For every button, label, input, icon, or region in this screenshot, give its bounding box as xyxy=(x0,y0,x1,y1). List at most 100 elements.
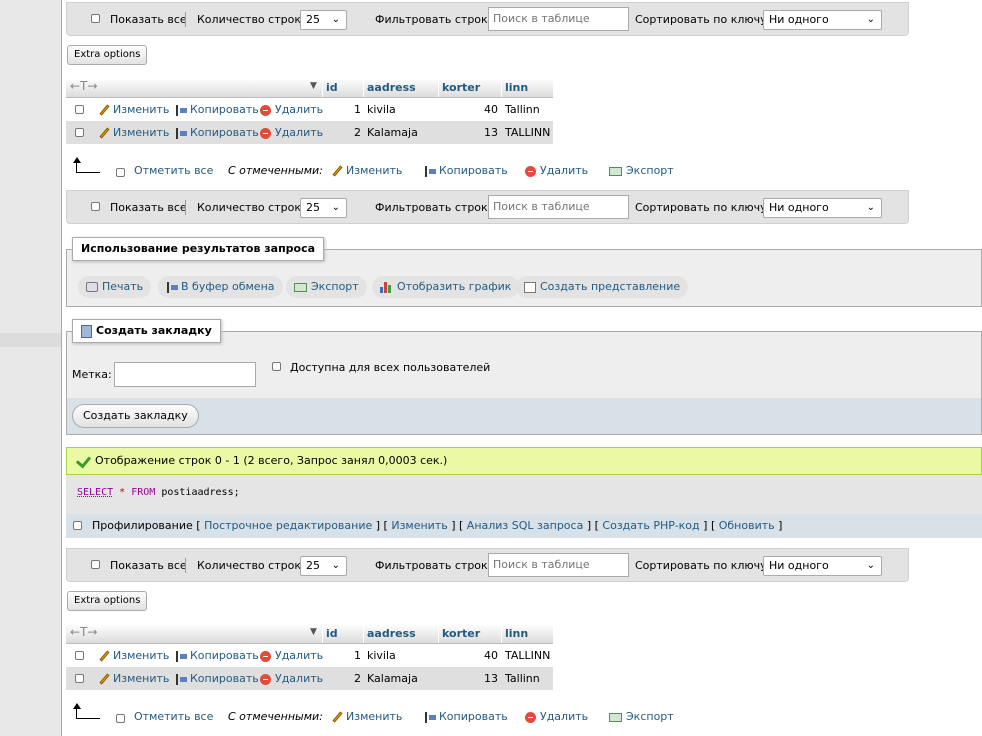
profiling-checkbox[interactable] xyxy=(73,521,82,530)
bookmark-label-input[interactable] xyxy=(114,362,256,387)
cell-id[interactable]: 1 xyxy=(326,649,361,662)
show-all-checkbox[interactable] xyxy=(91,560,100,569)
bulk-edit-button[interactable]: Изменить xyxy=(332,164,402,177)
checkmark-icon xyxy=(75,452,92,469)
show-all-label: Показать все xyxy=(110,201,187,214)
cell-korter[interactable]: 40 xyxy=(442,649,498,662)
row-checkbox[interactable] xyxy=(75,105,84,114)
rows-count-select[interactable]: 25 ⌄ xyxy=(300,10,347,30)
delete-row-link[interactable]: Удалить xyxy=(260,649,323,662)
edit-row-link[interactable]: Изменить xyxy=(99,126,169,139)
public-bookmark-label: Доступна для всех пользователей xyxy=(290,361,491,374)
delete-row-link[interactable]: Удалить xyxy=(260,126,323,139)
column-arrows[interactable]: ←T→ xyxy=(70,625,97,639)
inline-edit-link[interactable]: Построчное редактирование xyxy=(204,519,372,532)
sort-label: Сортировать по ключу: xyxy=(635,13,771,26)
rows-count-select[interactable]: 25 ⌄ xyxy=(300,556,347,576)
extra-options-button[interactable]: Extra options xyxy=(67,45,148,65)
extra-options-button[interactable]: Extra options xyxy=(67,591,148,611)
column-header-korter[interactable]: korter xyxy=(442,81,480,94)
bulk-export-button[interactable]: Экспорт xyxy=(609,710,674,723)
export-icon xyxy=(294,282,307,292)
bookmark-legend: Создать закладку xyxy=(72,319,221,343)
filter-input[interactable]: Поиск в таблице xyxy=(488,553,629,577)
sort-key-select[interactable]: Ни одного ⌄ xyxy=(763,556,882,576)
table-header: ←T→ ▼ id aadress korter linn xyxy=(66,79,553,98)
cell-id[interactable]: 2 xyxy=(326,126,361,139)
column-header-id[interactable]: id xyxy=(326,627,338,640)
bulk-actions-bottom: Отметить все С отмеченными: Изменить Коп… xyxy=(66,703,909,729)
copy-row-link[interactable]: Копировать xyxy=(175,672,259,685)
cell-aadress[interactable]: Kalamaja xyxy=(367,126,418,139)
show-all-checkbox[interactable] xyxy=(91,202,100,211)
cell-aadress[interactable]: kivila xyxy=(367,649,396,662)
analyze-sql-link[interactable]: Анализ SQL запроса xyxy=(467,519,584,532)
bulk-delete-button[interactable]: Удалить xyxy=(525,164,588,177)
column-header-aadress[interactable]: aadress xyxy=(367,81,416,94)
column-arrows[interactable]: ←T→ xyxy=(70,79,97,93)
sql-query[interactable]: SELECT * FROM postiaadress; xyxy=(77,487,240,498)
row-checkbox[interactable] xyxy=(75,128,84,137)
row-checkbox[interactable] xyxy=(75,674,84,683)
filter-input[interactable]: Поиск в таблице xyxy=(488,7,629,31)
copy-to-clipboard-button[interactable]: В буфер обмена xyxy=(158,276,283,298)
chevron-down-icon: ⌄ xyxy=(866,202,875,213)
cell-korter[interactable]: 13 xyxy=(442,126,498,139)
sort-key-select[interactable]: Ни одного ⌄ xyxy=(763,10,882,30)
row-checkbox[interactable] xyxy=(75,651,84,660)
edit-row-link[interactable]: Изменить xyxy=(99,672,169,685)
print-button[interactable]: Печать xyxy=(78,276,152,298)
cell-korter[interactable]: 40 xyxy=(442,103,498,116)
filter-input[interactable]: Поиск в таблице xyxy=(488,195,629,219)
copy-row-link[interactable]: Копировать xyxy=(175,126,259,139)
copy-row-link[interactable]: Копировать xyxy=(175,103,259,116)
edit-row-link[interactable]: Изменить xyxy=(99,103,169,116)
cell-aadress[interactable]: Kalamaja xyxy=(367,672,418,685)
bulk-copy-button[interactable]: Копировать xyxy=(424,164,508,177)
export-button[interactable]: Экспорт xyxy=(286,276,367,298)
copy-row-link[interactable]: Копировать xyxy=(175,649,259,662)
cell-linn[interactable]: Tallinn xyxy=(505,103,540,116)
create-bookmark-button[interactable]: Создать закладку xyxy=(72,404,199,428)
edit-row-link[interactable]: Изменить xyxy=(99,649,169,662)
public-bookmark-checkbox[interactable] xyxy=(272,362,281,371)
rows-count-select[interactable]: 25 ⌄ xyxy=(300,198,347,218)
edit-query-link[interactable]: Изменить xyxy=(391,519,447,532)
navigation-panel xyxy=(0,0,62,736)
sort-triangle-icon[interactable]: ▼ xyxy=(310,81,317,91)
cell-linn[interactable]: TALLINN xyxy=(505,649,550,662)
sort-key-select[interactable]: Ни одного ⌄ xyxy=(763,198,882,218)
check-all-link[interactable]: Отметить все xyxy=(134,164,213,177)
bulk-edit-button[interactable]: Изменить xyxy=(332,710,402,723)
check-all-checkbox[interactable] xyxy=(116,714,125,723)
rows-count-label: Количество строк: xyxy=(197,201,305,214)
cell-id[interactable]: 2 xyxy=(326,672,361,685)
cell-korter[interactable]: 13 xyxy=(442,672,498,685)
column-header-id[interactable]: id xyxy=(326,81,338,94)
sort-triangle-icon[interactable]: ▼ xyxy=(310,627,317,637)
cell-linn[interactable]: TALLINN xyxy=(505,126,550,139)
separator xyxy=(185,558,186,573)
create-php-code-link[interactable]: Создать PHP-код xyxy=(602,519,699,532)
copy-icon xyxy=(175,127,187,139)
column-header-korter[interactable]: korter xyxy=(442,627,480,640)
show-all-checkbox[interactable] xyxy=(91,14,100,23)
cell-id[interactable]: 1 xyxy=(326,103,361,116)
create-view-button[interactable]: Создать представление xyxy=(516,276,689,298)
refresh-link[interactable]: Обновить xyxy=(719,519,775,532)
column-header-linn[interactable]: linn xyxy=(505,627,528,640)
check-all-link[interactable]: Отметить все xyxy=(134,710,213,723)
bulk-delete-button[interactable]: Удалить xyxy=(525,710,588,723)
bulk-export-button[interactable]: Экспорт xyxy=(609,164,674,177)
column-header-aadress[interactable]: aadress xyxy=(367,627,416,640)
delete-row-link[interactable]: Удалить xyxy=(260,103,323,116)
column-header-linn[interactable]: linn xyxy=(505,81,528,94)
cell-linn[interactable]: Tallinn xyxy=(505,672,540,685)
check-all-checkbox[interactable] xyxy=(116,168,125,177)
pencil-icon xyxy=(332,712,343,723)
cell-aadress[interactable]: kivila xyxy=(367,103,396,116)
delete-row-link[interactable]: Удалить xyxy=(260,672,323,685)
panel-resizer[interactable] xyxy=(61,0,62,736)
bulk-copy-button[interactable]: Копировать xyxy=(424,710,508,723)
display-chart-button[interactable]: Отобразить график xyxy=(372,276,520,298)
